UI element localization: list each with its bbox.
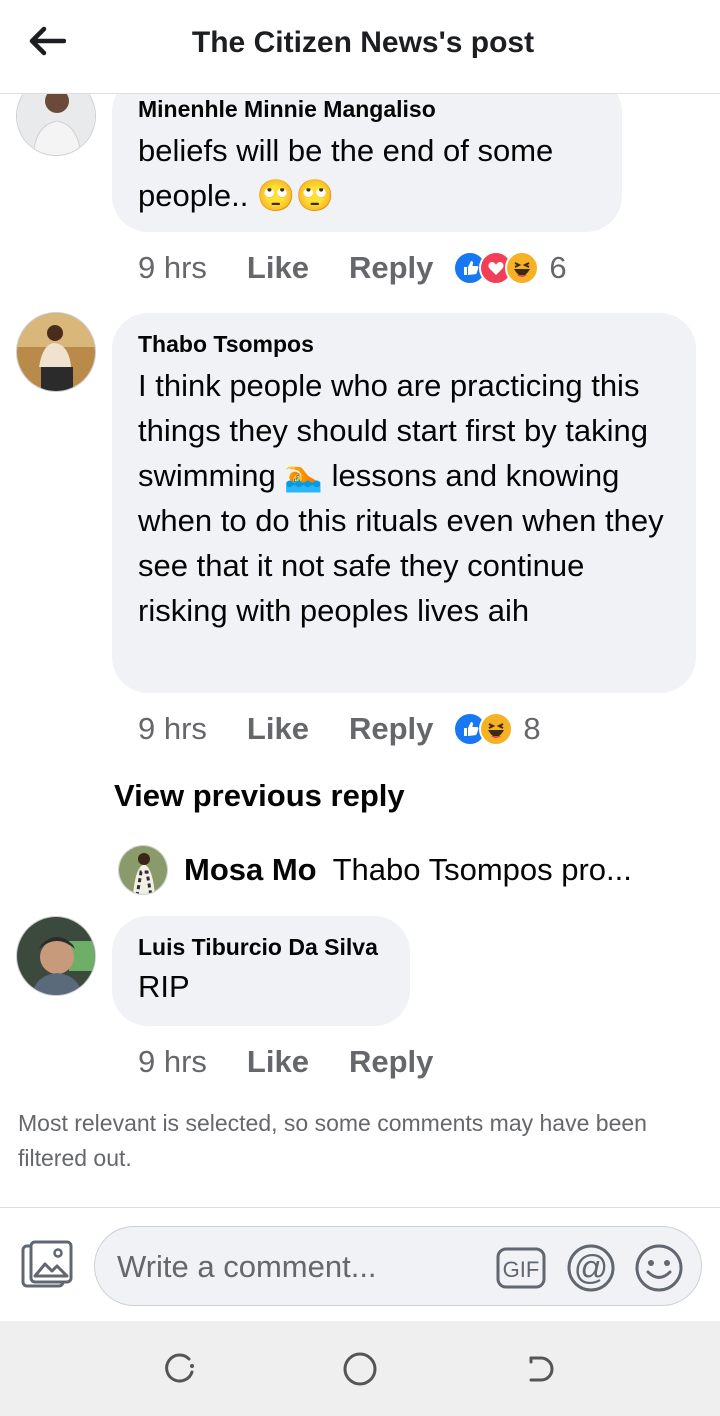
reply-button[interactable]: Reply [349,711,433,747]
back-nav-button[interactable] [520,1349,560,1389]
emoji-button[interactable] [633,1242,685,1294]
avatar[interactable] [16,312,96,392]
comment-bubble[interactable]: Luis Tiburcio Da Silva RIP [112,916,410,1026]
home-button[interactable] [340,1349,380,1389]
avatar[interactable] [16,916,96,996]
comment-input[interactable] [117,1247,477,1287]
haha-reaction-icon [479,712,514,746]
comment-text: beliefs will be the end of some people..… [138,133,554,213]
reactions-summary[interactable]: 6 [453,250,567,286]
reaction-count: 8 [523,711,541,746]
recent-apps-icon [165,1353,194,1383]
profile-photo [17,917,95,995]
reply-author[interactable]: Mosa Mo [184,852,317,888]
system-nav-bar [0,1321,720,1416]
comment-text: RIP [138,969,190,1004]
reactions-summary[interactable]: 8 [453,711,541,747]
comment-author[interactable]: Thabo Tsompos [138,329,670,359]
comment-composer: GIF @ [0,1207,720,1321]
comment-time[interactable]: 9 hrs [138,711,207,747]
comment-actions: 9 hrs Like Reply 6 [138,248,567,288]
reply-preview-row[interactable]: Mosa Mo Thabo Tsompos pro... [118,840,632,900]
mention-label: @ [574,1249,609,1287]
photo-button[interactable] [20,1240,76,1292]
top-bar: The Citizen News's post [0,0,720,94]
comment-text: I think people who are practicing this t… [138,368,664,628]
reply-button[interactable]: Reply [349,250,433,286]
view-previous-reply-link[interactable]: View previous reply [114,778,405,814]
reaction-count: 6 [549,250,567,285]
comment-time[interactable]: 9 hrs [138,250,207,286]
gif-icon: GIF [496,1247,546,1289]
mention-button[interactable]: @ [565,1242,617,1294]
haha-reaction-icon [505,251,540,285]
avatar[interactable] [118,845,168,895]
comment-actions: 9 hrs Like Reply [138,1042,433,1082]
like-button[interactable]: Like [247,711,309,747]
profile-photo [17,313,95,391]
mention-icon: @ [567,1244,615,1292]
home-circle-icon [343,1352,377,1386]
smiley-icon [635,1244,683,1292]
like-button[interactable]: Like [247,250,309,286]
reply-text-preview: Thabo Tsompos pro... [332,852,632,887]
photo-gallery-icon [21,1240,73,1288]
recent-apps-button[interactable] [160,1349,200,1389]
comment-time[interactable]: 9 hrs [138,1044,207,1080]
profile-photo [119,846,167,894]
comment-actions: 9 hrs Like Reply 8 [138,709,541,749]
gif-button[interactable]: GIF [495,1242,547,1294]
filter-notice: Most relevant is selected, so some comme… [18,1110,647,1171]
comment-bubble[interactable]: Thabo Tsompos I think people who are pra… [112,313,696,693]
comment-author[interactable]: Minenhle Minnie Mangaliso [138,94,596,124]
comment-bubble[interactable]: Minenhle Minnie Mangaliso beliefs will b… [112,76,622,232]
like-button[interactable]: Like [247,1044,309,1080]
gif-label: GIF [503,1257,540,1282]
nav-back-icon [529,1356,554,1382]
page-title: The Citizen News's post [191,26,535,59]
comment-box: GIF @ [94,1226,702,1306]
comment-author[interactable]: Luis Tiburcio Da Silva [138,932,384,962]
reply-button[interactable]: Reply [349,1044,433,1080]
